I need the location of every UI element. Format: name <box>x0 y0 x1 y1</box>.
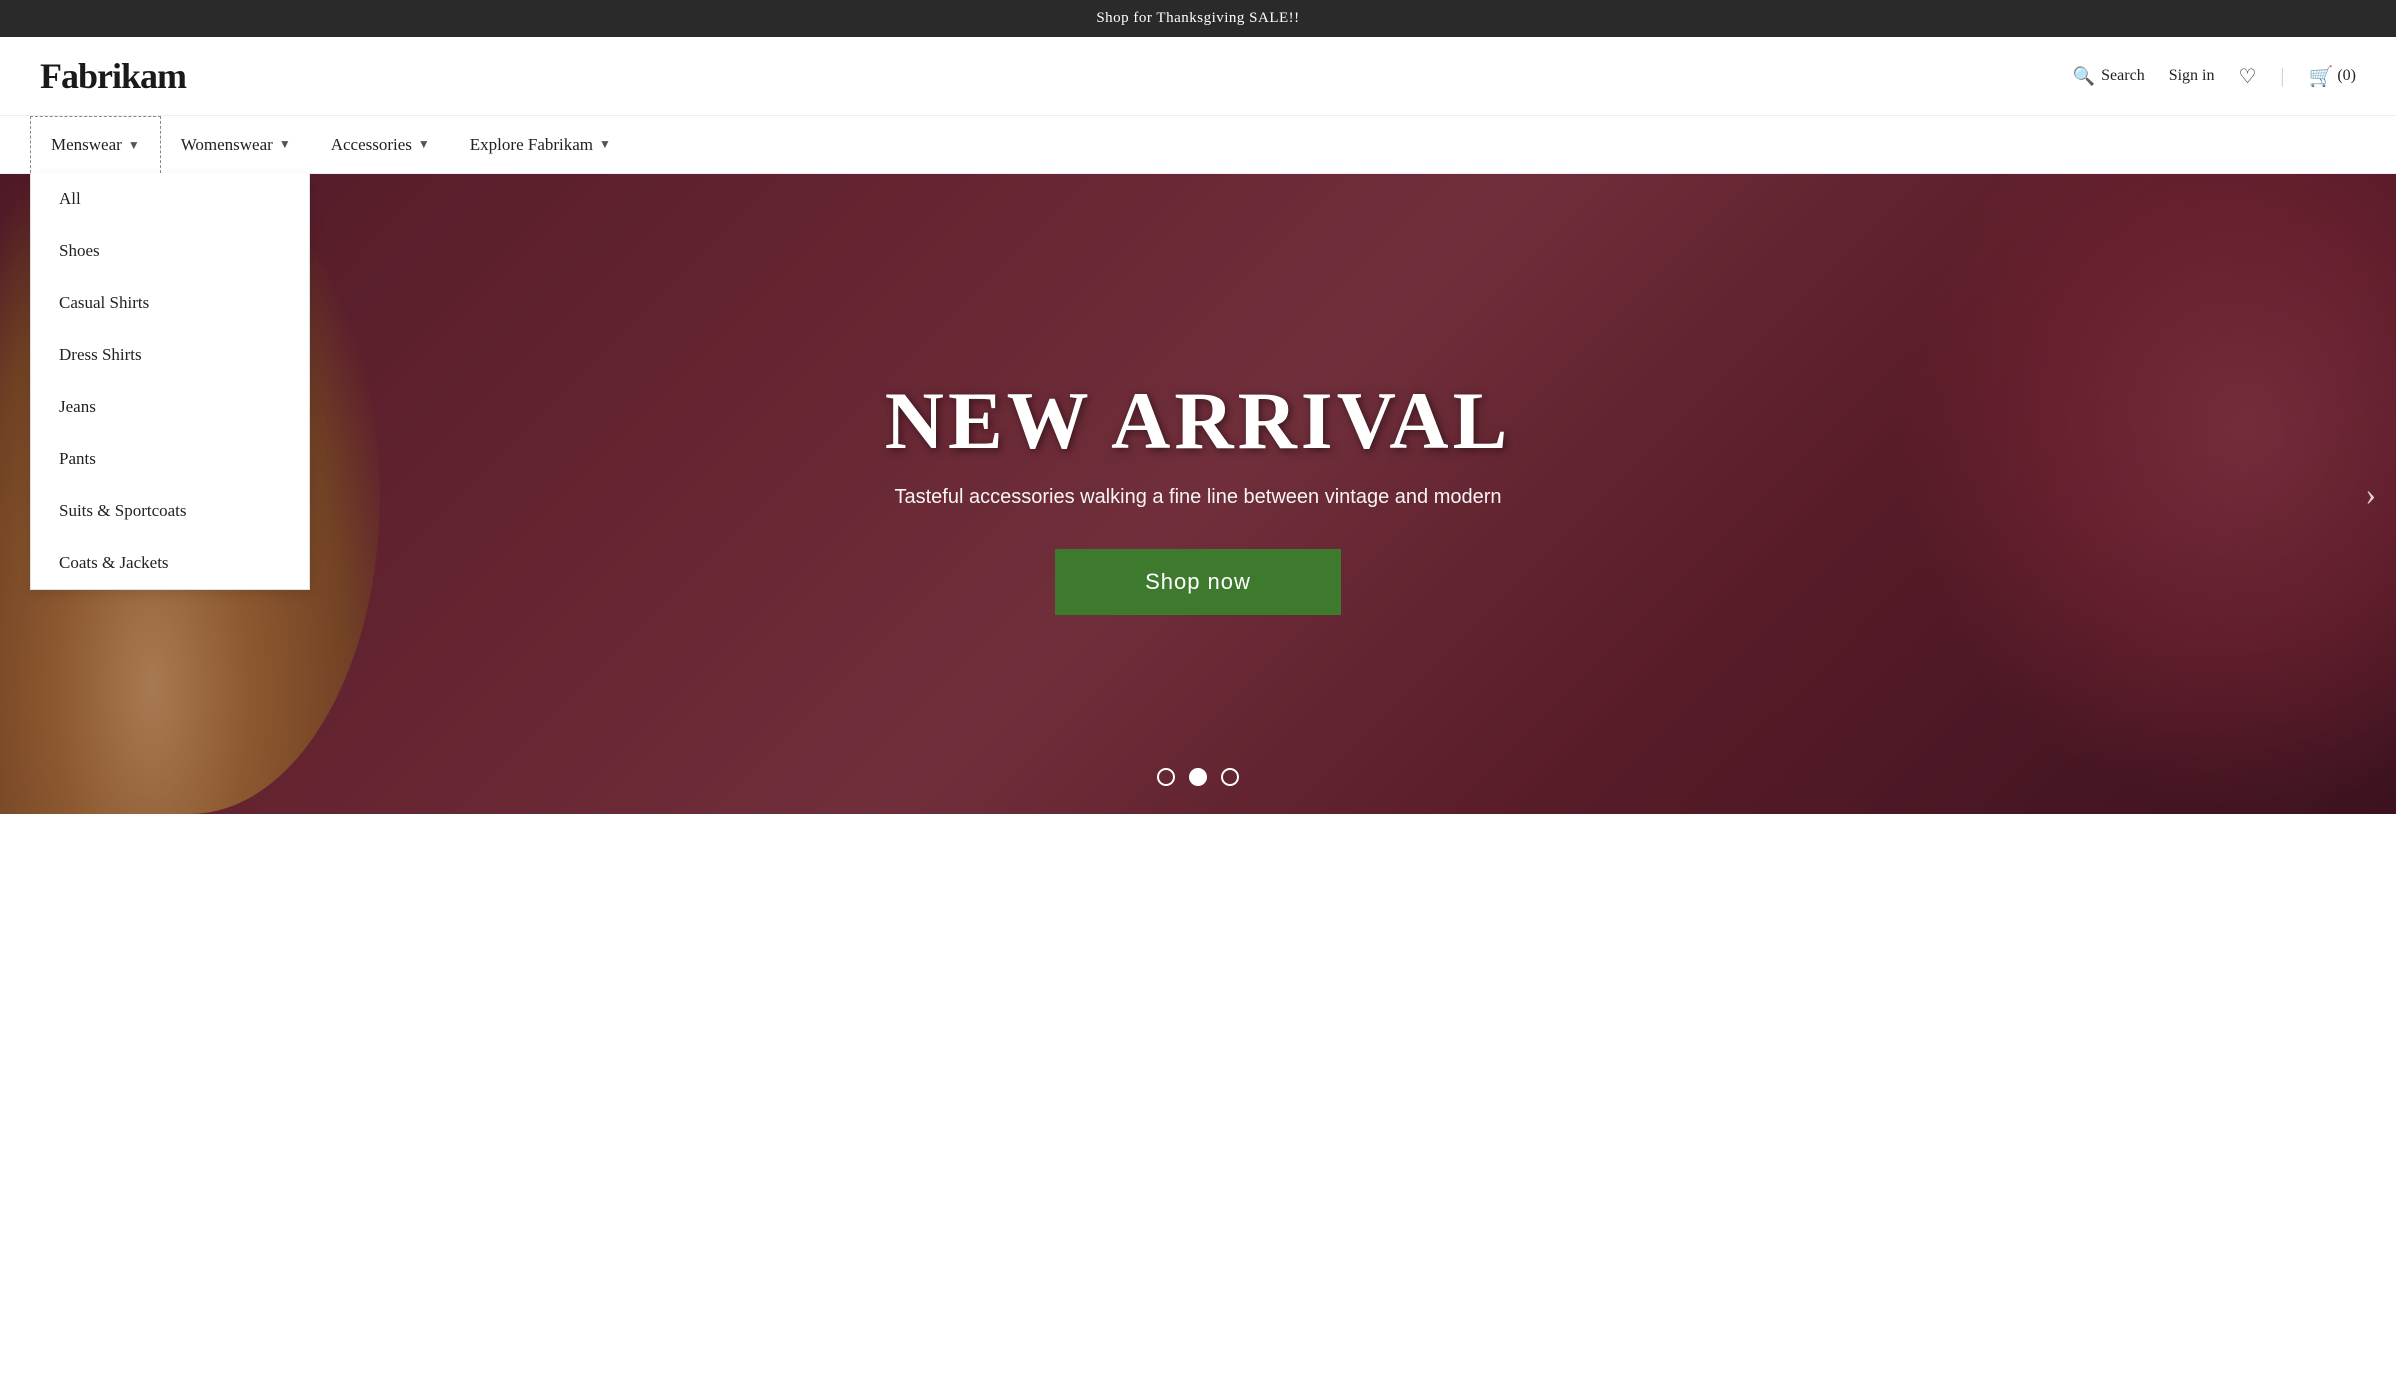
dropdown-item-pants[interactable]: Pants <box>31 433 309 485</box>
carousel-dot-3[interactable] <box>1221 768 1239 786</box>
hero-section: NEW ARRIVAL Tasteful accessories walking… <box>0 174 2396 814</box>
carousel-next-arrow[interactable]: › <box>2365 476 2376 513</box>
dropdown-item-all[interactable]: All <box>31 173 309 225</box>
header: Fabrikam 🔍 Search Sign in ♡ | 🛒 (0) <box>0 37 2396 116</box>
nav-explore-label: Explore Fabrikam <box>470 135 593 155</box>
main-nav: Menswear ▼ All Shoes Casual Shirts Dress… <box>0 116 2396 174</box>
top-banner: Shop for Thanksgiving SALE!! <box>0 0 2396 37</box>
nav-item-explore[interactable]: Explore Fabrikam ▼ <box>450 117 631 173</box>
nav-item-menswear[interactable]: Menswear ▼ <box>30 116 161 173</box>
carousel-dot-2[interactable] <box>1189 768 1207 786</box>
nav-item-accessories[interactable]: Accessories ▼ <box>311 117 450 173</box>
chevron-down-icon: ▼ <box>599 137 611 152</box>
cart-count: (0) <box>2337 67 2356 85</box>
hero-title: NEW ARRIVAL <box>885 374 1512 468</box>
carousel-dot-1[interactable] <box>1157 768 1175 786</box>
nav-menswear-wrapper: Menswear ▼ All Shoes Casual Shirts Dress… <box>30 116 161 173</box>
dropdown-item-shoes[interactable]: Shoes <box>31 225 309 277</box>
dropdown-item-casual-shirts[interactable]: Casual Shirts <box>31 277 309 329</box>
cart-link[interactable]: 🛒 (0) <box>2308 64 2356 89</box>
divider: | <box>2280 65 2284 88</box>
nav-womenswear-label: Womenswear <box>181 135 273 155</box>
dropdown-item-coats[interactable]: Coats & Jackets <box>31 537 309 589</box>
hero-content: NEW ARRIVAL Tasteful accessories walking… <box>885 374 1512 615</box>
menswear-dropdown: All Shoes Casual Shirts Dress Shirts Jea… <box>30 173 310 590</box>
nav-accessories-label: Accessories <box>331 135 412 155</box>
shop-now-button[interactable]: Shop now <box>1055 549 1341 615</box>
banner-text: Shop for Thanksgiving SALE!! <box>1096 10 1299 26</box>
cart-icon: 🛒 <box>2308 64 2333 89</box>
site-logo[interactable]: Fabrikam <box>40 55 186 97</box>
chevron-down-icon: ▼ <box>128 138 140 153</box>
dropdown-item-jeans[interactable]: Jeans <box>31 381 309 433</box>
nav-menswear-label: Menswear <box>51 135 122 155</box>
wishlist-icon[interactable]: ♡ <box>2238 64 2256 89</box>
search-link[interactable]: 🔍 Search <box>2073 66 2145 87</box>
carousel-dots <box>1157 768 1239 786</box>
search-icon: 🔍 <box>2073 66 2095 87</box>
header-actions: 🔍 Search Sign in ♡ | 🛒 (0) <box>2073 64 2356 89</box>
sign-in-link[interactable]: Sign in <box>2169 67 2215 85</box>
nav-item-womenswear[interactable]: Womenswear ▼ <box>161 117 311 173</box>
hero-decoration-right <box>1896 174 2396 814</box>
dropdown-item-dress-shirts[interactable]: Dress Shirts <box>31 329 309 381</box>
dropdown-item-suits[interactable]: Suits & Sportcoats <box>31 485 309 537</box>
chevron-down-icon: ▼ <box>279 137 291 152</box>
hero-subtitle: Tasteful accessories walking a fine line… <box>885 486 1512 509</box>
chevron-down-icon: ▼ <box>418 137 430 152</box>
search-label: Search <box>2101 67 2145 85</box>
